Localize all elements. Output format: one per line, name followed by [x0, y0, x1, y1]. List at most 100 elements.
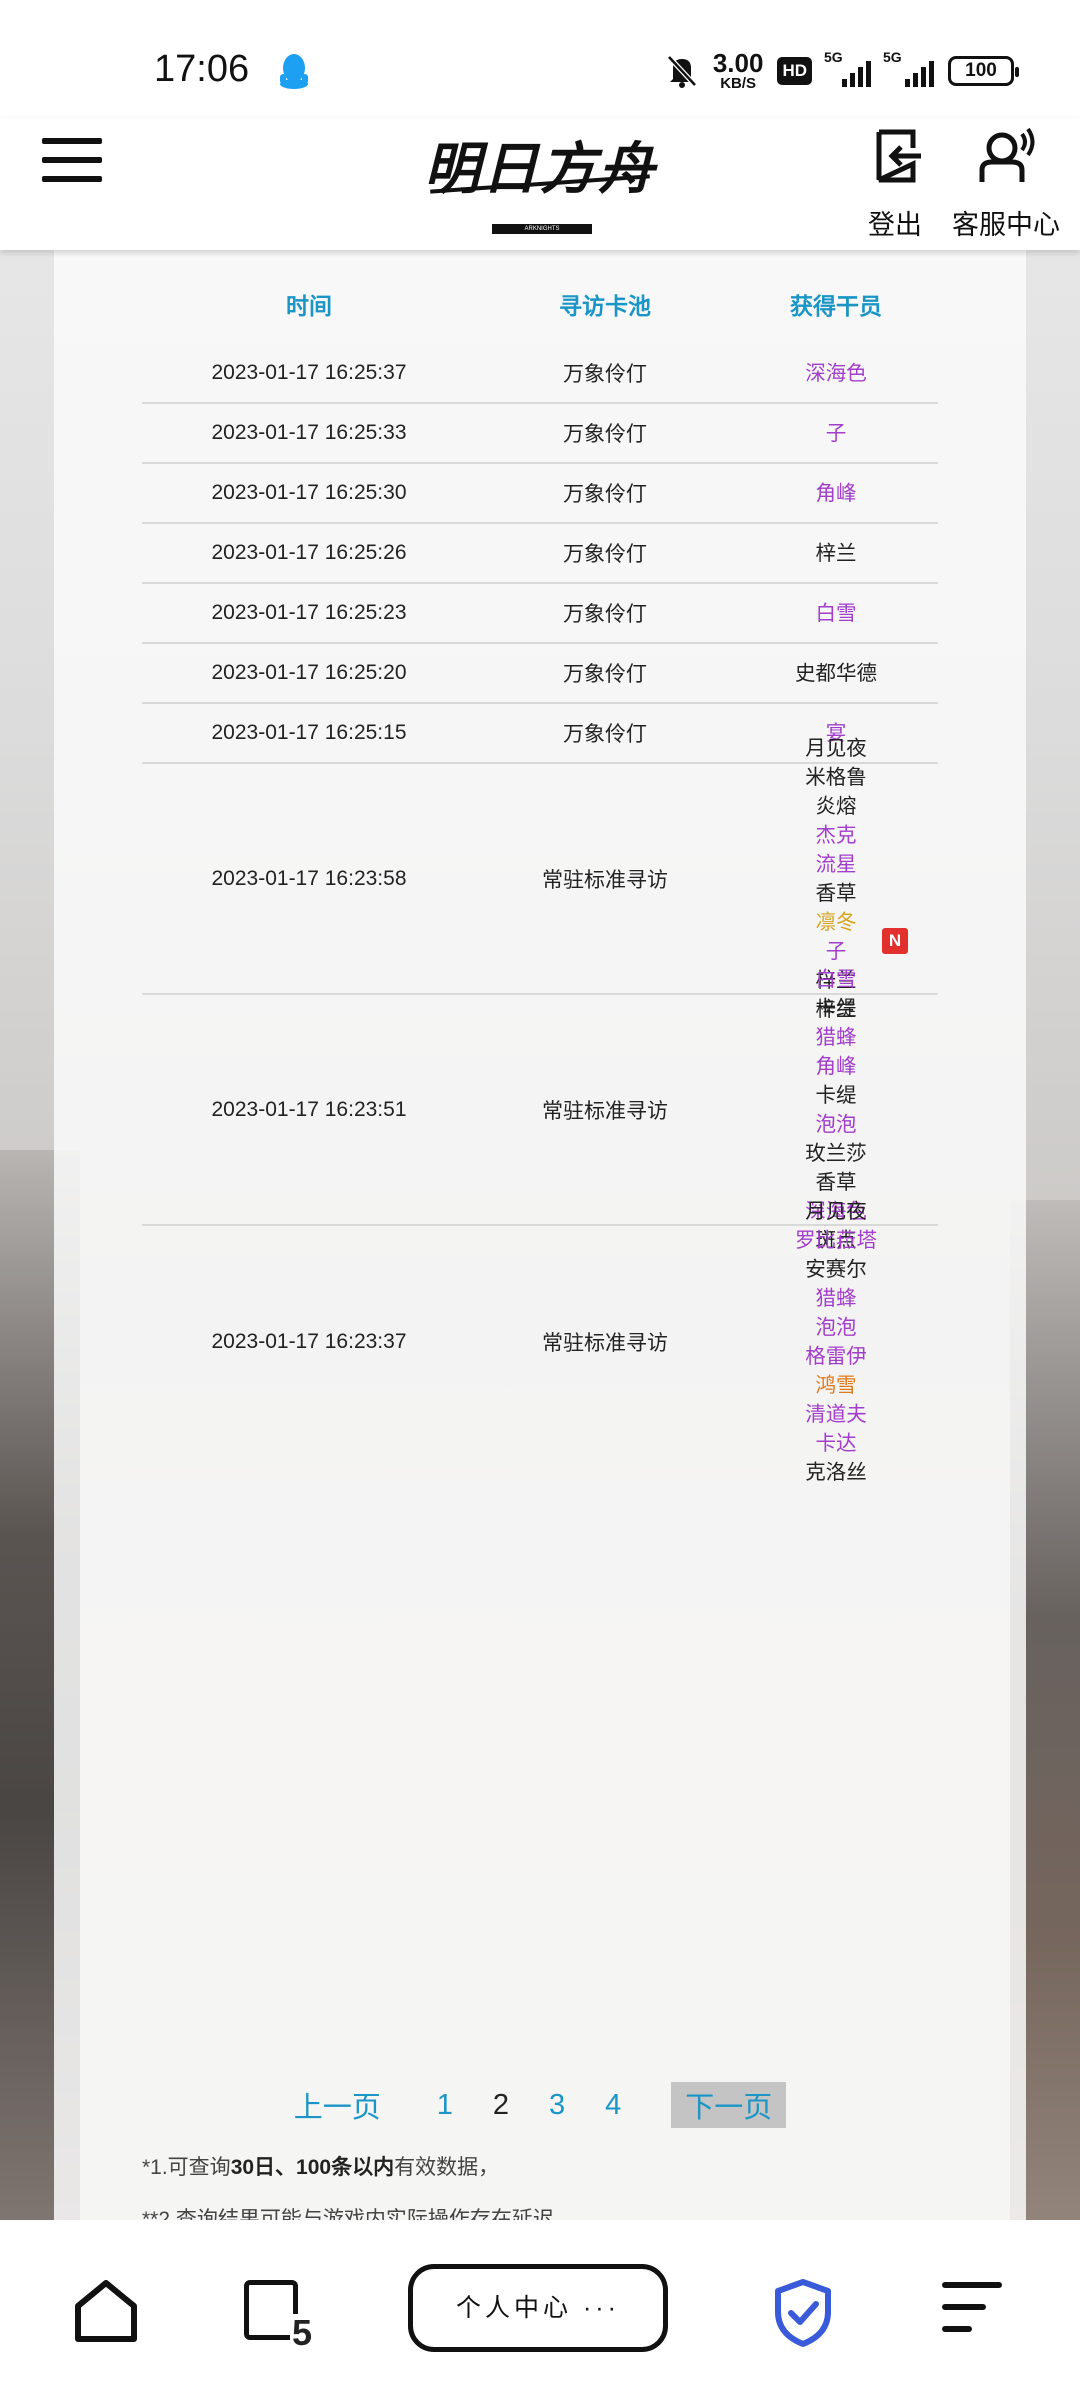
page-2-current: 2: [492, 2088, 509, 2121]
address-bar-pill[interactable]: 个人中心 ···: [408, 2264, 668, 2352]
row-time: 2023-01-17 16:25:23: [211, 601, 407, 624]
hd-voice-badge: HD: [777, 56, 812, 85]
logout-button[interactable]: 登出: [862, 126, 928, 242]
row-time: 2023-01-17 16:23:51: [211, 1097, 407, 1121]
table-row: 2023-01-17 16:25:20 万象伶仃 史都华德: [142, 644, 938, 704]
prev-page-button[interactable]: 上一页: [294, 2084, 381, 2126]
home-icon[interactable]: [72, 2278, 140, 2344]
row-time: 2023-01-17 16:23:58: [211, 866, 407, 890]
status-indicators: 3.00 KB/S HD 5G 5G 100: [665, 49, 1019, 91]
operator-name: 炎熔: [815, 794, 857, 818]
customer-service-label: 客服中心: [952, 210, 1060, 240]
table-row: 2023-01-17 16:25:33 万象伶仃 子: [142, 404, 938, 464]
row-time: 2023-01-17 16:23:37: [211, 1329, 407, 1353]
operator-name: 卡缇: [815, 1083, 857, 1107]
operator-name: 罗比菈塔: [795, 1228, 877, 1252]
signal-label-2: 5G: [883, 48, 902, 65]
row-time: 2023-01-17 16:25:20: [211, 661, 407, 684]
new-operator-badge: N: [882, 927, 908, 954]
table-row: 2023-01-17 16:23:58 常驻标准寻访 N 月见夜米格鲁炎熔杰克流星香草…: [142, 737, 938, 1021]
operator-name: 深海色: [805, 361, 867, 385]
row-operators: 深海色: [734, 359, 938, 388]
table-row: 2023-01-17 16:25:26 万象伶仃 梓兰: [142, 524, 938, 584]
network-speed: 3.00 KB/S: [713, 50, 764, 91]
operator-name: 角峰: [815, 1054, 857, 1078]
logout-label: 登出: [868, 210, 922, 240]
operator-name: 玫兰莎: [805, 1141, 867, 1165]
operator-name: 清道夫: [805, 1402, 867, 1426]
operator-name: 香草: [815, 1170, 857, 1194]
operator-name: 角峰: [815, 481, 857, 505]
row-pool: 万象伶仃: [563, 423, 647, 446]
operator-name: 凛冬: [815, 910, 857, 934]
operator-name: 格雷伊: [805, 1344, 867, 1368]
column-header-operator: 获得干员: [790, 293, 882, 319]
logo-subtitle: ARKNIGHTS: [492, 224, 592, 234]
operator-name: 白雪: [815, 601, 857, 625]
column-header-pool: 寻访卡池: [559, 293, 651, 319]
status-time: 17:06: [154, 48, 250, 90]
logout-icon: [876, 129, 921, 183]
operator-name: 米格鲁: [805, 765, 867, 789]
signal-strength-1: 5G: [824, 49, 871, 87]
status-bar: 17:06 3.00 KB/S HD 5G 5G 100: [0, 0, 1080, 118]
operator-name: 鸿雪: [815, 1373, 857, 1397]
row-time: 2023-01-17 16:25:26: [211, 541, 407, 564]
row-pool: 万象伶仃: [563, 723, 647, 746]
network-speed-value: 3.00: [712, 48, 764, 78]
row-time: 2023-01-17 16:25:33: [211, 421, 407, 444]
operator-name: 梓兰: [815, 541, 857, 565]
tabs-count: 5: [289, 2312, 312, 2353]
next-page-button[interactable]: 下一页: [671, 2082, 787, 2128]
table-row: 2023-01-17 16:23:51 常驻标准寻访 白雪 卡缇 猎蜂 角峰 卡缇 泡泡 玫兰莎…: [142, 968, 938, 1252]
row-time: 2023-01-17 16:25:37: [211, 361, 407, 384]
security-shield-icon[interactable]: [772, 2278, 834, 2348]
page-1-link[interactable]: 1: [437, 2089, 453, 2122]
tabs-button[interactable]: 5: [240, 2278, 312, 2352]
operator-name: 卡达: [815, 1431, 857, 1455]
customer-service-button[interactable]: 客服中心: [946, 126, 1066, 242]
operator-name: 白雪: [815, 967, 857, 991]
row-operators: 子: [734, 419, 938, 448]
row-time: 2023-01-17 16:25:15: [211, 721, 407, 744]
arknights-logo[interactable]: 明日方舟 ARKNIGHTS: [420, 124, 660, 240]
menu-lines-icon[interactable]: [942, 2282, 1002, 2338]
row-pool: 常驻标准寻访: [542, 1331, 668, 1355]
row-operators: 梓兰: [734, 539, 938, 568]
row-pool: 万象伶仃: [563, 543, 647, 566]
table-header: 时间 寻访卡池 获得干员: [142, 280, 938, 332]
browser-bottom-bar: 5 个人中心 ···: [0, 2220, 1080, 2400]
operator-name: 香草: [815, 881, 857, 905]
row-pool: 万象伶仃: [563, 483, 647, 506]
page-3-link[interactable]: 3: [549, 2089, 565, 2122]
footnote-1: *1.可查询30日、100条以内有效数据，: [142, 2156, 500, 2179]
operator-name: 流星: [815, 852, 857, 876]
operator-name: 猎蜂: [815, 1286, 857, 1310]
table-row: 2023-01-17 16:25:23 万象伶仃 白雪: [142, 584, 938, 644]
table-body: 2023-01-17 16:25:37 万象伶仃 深海色 2023-01-17 16:…: [142, 344, 938, 1484]
signal-strength-2: 5G: [883, 49, 934, 87]
logo-text: 明日方舟: [424, 136, 656, 202]
row-pool: 常驻标准寻访: [542, 868, 668, 892]
row-time: 2023-01-17 16:25:30: [211, 481, 407, 504]
operator-name: 卡缇: [815, 996, 857, 1020]
row-operators: 月见夜 罗比菈塔 安赛尔 猎蜂 泡泡 格雷伊 鸿雪 清道夫 卡达 克洛丝: [734, 1197, 938, 1487]
customer-service-icon: [979, 127, 1035, 182]
operator-name: 子: [825, 421, 847, 445]
battery-indicator: 100: [948, 55, 1019, 86]
app-header: 明日方舟 ARKNIGHTS 登出 客服中心: [0, 118, 1080, 250]
operator-name: 安赛尔: [805, 1257, 867, 1281]
table-row: 2023-01-17 16:23:37 常驻标准寻访 月见夜 罗比菈塔 安赛尔 猎蜂 泡泡格…: [142, 1200, 938, 1484]
hamburger-menu-icon[interactable]: [42, 138, 102, 188]
row-pool: 常驻标准寻访: [542, 1099, 668, 1123]
gacha-history-card: 时间 寻访卡池 获得干员 2023-01-17 16:25:37 万象伶仃 深海色 2…: [54, 250, 1026, 2231]
page-4-link[interactable]: 4: [605, 2089, 621, 2122]
operator-name: 泡泡: [815, 1112, 857, 1136]
operator-name: 月见夜: [805, 736, 867, 760]
operator-name: 杰克: [815, 823, 857, 847]
row-operators: 史都华德: [734, 659, 938, 688]
qq-notification-icon: [280, 54, 308, 89]
row-operators: 角峰: [734, 479, 938, 508]
pagination: 上一页 1 2 3 4 下一页: [54, 2082, 1026, 2128]
operator-name: 史都华德: [795, 661, 877, 685]
